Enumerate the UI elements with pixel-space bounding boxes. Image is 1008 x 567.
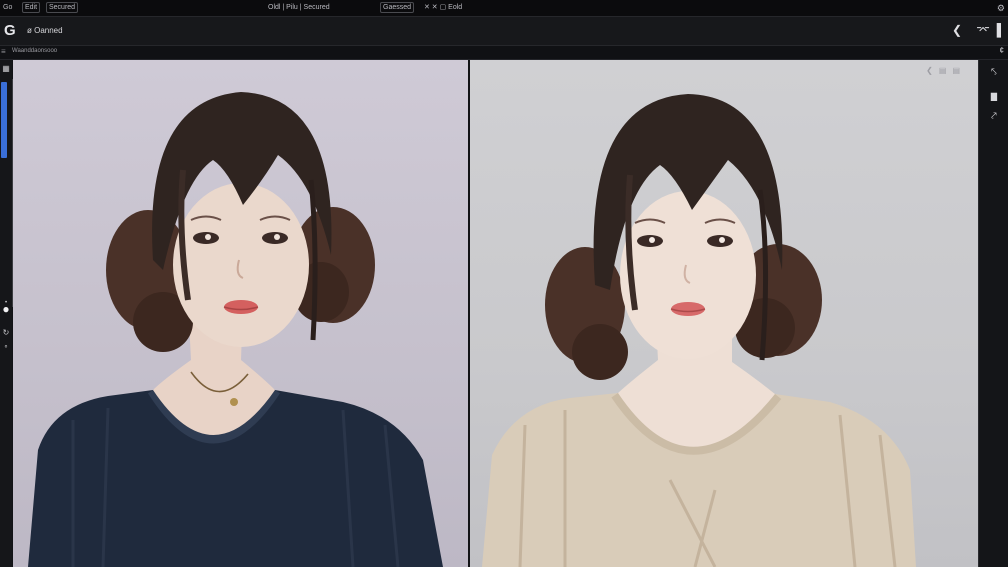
circle-icon[interactable]: ●: [1, 303, 11, 315]
close-tab-icon[interactable]: ≡: [1, 47, 6, 56]
menu-item-center[interactable]: Oldl | Pilu | Secured: [268, 0, 330, 16]
menu-item-go[interactable]: Go: [3, 0, 12, 16]
menu-item-secured[interactable]: Secured: [46, 2, 79, 13]
layers-icon[interactable]: ▤: [952, 66, 966, 75]
breadcrumb-text[interactable]: Waanddaonsooo: [12, 48, 57, 54]
active-layer-indicator: [1, 82, 7, 158]
canvas-icon-group: ❮▤▤: [926, 66, 966, 75]
frame-icon[interactable]: ▤: [939, 66, 953, 75]
menu-item-edit[interactable]: Edit: [22, 2, 41, 13]
share-icon[interactable]: ❮: [950, 23, 964, 37]
refresh-icon[interactable]: ↻: [1, 328, 11, 338]
canvas-right[interactable]: ❮▤▤: [470, 60, 978, 567]
app-toolbar: G ø Oanned ❮ ⌤ ▌: [0, 17, 1008, 46]
panel-toggle-icon[interactable]: ¢: [1000, 46, 1004, 55]
breadcrumb: ≡ Waanddaonsooo ¢: [0, 46, 1008, 60]
line-icon[interactable]: ⤤: [987, 110, 1001, 124]
menu-icon[interactable]: ▌: [996, 23, 1006, 37]
window-icon[interactable]: ⌤: [976, 23, 990, 37]
portrait-beige-sweater: [482, 94, 916, 567]
left-tool-strip: ▦ • ● ↻ °: [0, 60, 12, 567]
menu-bar: Go Edit Secured Oldl | Pilu | Secured Ga…: [0, 0, 1008, 17]
canvas-left[interactable]: [13, 60, 468, 567]
document-title: ø Oanned: [27, 26, 63, 35]
expand-icon[interactable]: ❮: [926, 66, 939, 75]
grid-icon[interactable]: ▦: [1, 64, 11, 74]
app-logo[interactable]: G: [4, 22, 16, 39]
settings-icon[interactable]: ⚙: [997, 0, 1005, 16]
portrait-navy-sweater: [28, 92, 443, 567]
menu-item-window[interactable]: ✕ ✕ ▢ Eold: [424, 0, 462, 16]
pen-icon[interactable]: ⤣: [987, 66, 1001, 80]
settings-small-icon[interactable]: °: [1, 344, 11, 354]
right-tool-strip: ⤣ ▇ ⤤: [978, 60, 1008, 567]
menu-item-gaessed[interactable]: Gaessed: [380, 2, 415, 13]
brush-icon[interactable]: ▇: [987, 90, 1001, 104]
